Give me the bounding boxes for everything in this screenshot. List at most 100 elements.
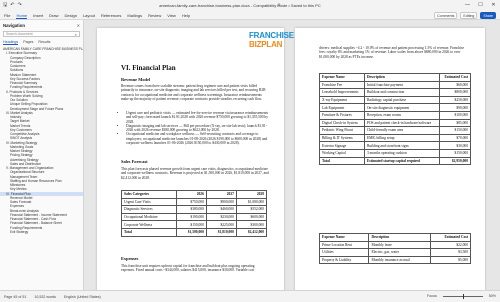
ribbon-tab-draw[interactable]: Draw	[49, 13, 58, 19]
table-total-row: Total $1,500,000 $1,810,000 $2,412,000	[121, 227, 268, 237]
ribbon-tab-help[interactable]: Help	[182, 13, 190, 19]
table-cell: Digital Check-in System	[319, 118, 365, 128]
save-icon[interactable]: 🖫	[3, 2, 7, 9]
share-button[interactable]: Share	[480, 12, 496, 19]
bullet-item: Urgent care and pediatric visits — estim…	[126, 111, 269, 124]
close-icon[interactable]: ✕	[77, 23, 80, 28]
editing-button[interactable]: Editing	[460, 12, 478, 19]
word-count[interactable]: 10,532 words	[34, 295, 56, 299]
search-input[interactable]: Search document ⌕	[3, 31, 80, 37]
zoom-level[interactable]: 50%	[489, 294, 496, 298]
ribbon-tab-references[interactable]: References	[101, 13, 121, 19]
focus-button[interactable]: Focus	[427, 294, 437, 298]
undo-icon[interactable]: ↶	[10, 2, 14, 9]
table-row: Prime Location Rent Monthly lease $22,000	[318, 240, 472, 250]
table-cell: Working Capital	[319, 148, 365, 158]
brand-logo: FRANCHISE BIZPLAN	[249, 31, 294, 49]
sales-table: Sales Categories 2026 2027 2028 Urgent Care …	[121, 190, 268, 237]
ribbon-tab-home[interactable]: Home	[16, 13, 28, 19]
table-row: X-ray Equipment Radiology capital purchas…	[319, 95, 471, 105]
column-header: Description	[368, 233, 431, 242]
table-row: Exterior Signage Building and storefront …	[319, 141, 471, 150]
ribbon-tab-file[interactable]: File	[4, 13, 10, 19]
table-cell: Electric, gas, water	[368, 248, 431, 257]
table-cell: Pediatric Wing Fitout	[319, 126, 365, 135]
table-row: Franchise Fee Initial franchise payment $6…	[319, 80, 471, 90]
maximize-icon[interactable]: ☐	[474, 0, 487, 11]
table-row: Property & Liability Monthly insurance ac…	[318, 255, 472, 265]
table-cell: Billing & IT Systems	[319, 133, 365, 143]
zoom-slider[interactable]	[442, 293, 483, 299]
table-cell: X-ray Equipment	[319, 95, 365, 105]
table-cell: Total	[319, 156, 365, 166]
redo-icon[interactable]: ↷	[17, 2, 21, 9]
nav-tab-headings[interactable]: Headings	[3, 40, 19, 45]
ribbon-tab-design[interactable]: Design	[64, 13, 76, 19]
nav-tab-results[interactable]: Results	[38, 40, 50, 45]
page-count[interactable]: Page 45 of 51	[4, 295, 26, 299]
table-cell: $900,000	[205, 197, 237, 207]
table-cell: $380,000	[175, 205, 207, 214]
table-row: Leasehold Improvements Buildout and const…	[319, 88, 471, 97]
table-cell: $225,000	[205, 220, 237, 229]
search-icon[interactable]: ⌕	[275, 2, 283, 9]
bullet-item: Occupational medicine and workplace well…	[126, 132, 269, 145]
subheading-sales-forecast: Sales Forecast	[121, 159, 148, 164]
table-cell: Occupational Medicine	[121, 212, 177, 222]
table-cell: On-site diagnostic equipment	[363, 103, 441, 112]
table-cell: $460,000	[205, 205, 237, 214]
ribbon-tab-layout[interactable]: Layout	[83, 13, 95, 19]
title-bar: 🖫 ↶ ↷ american-family-care-franchise-bus…	[0, 0, 500, 11]
table-row: Digital Check-in System POS and patient c…	[319, 118, 471, 128]
table-total-row: Total Estimated startup capital required $…	[319, 156, 471, 166]
table-cell: $70,000	[439, 133, 471, 143]
table-cell: Furniture & Fixtures	[319, 110, 365, 120]
column-header: Description	[363, 73, 441, 82]
heading-item[interactable]: Exit Strategy	[0, 230, 83, 234]
table-cell: Radiology capital purchase	[363, 95, 441, 105]
document-area[interactable]: FRANCHISE BIZPLAN VI. Financial Plan Rev…	[85, 20, 500, 290]
table-cell: $600,000	[235, 212, 268, 222]
table-header-row: Expense Name Description Estimated Cost	[318, 233, 472, 242]
table-cell: EMR, billing setup	[363, 133, 441, 143]
table-cell: $90,000	[439, 103, 471, 112]
column-header: 2027	[205, 190, 237, 199]
language[interactable]: English (United States)	[64, 295, 101, 299]
comments-button[interactable]: Comments	[434, 12, 458, 19]
table-cell: $150,000	[439, 126, 471, 135]
table-header-row: Sales Categories 2026 2027 2028	[121, 190, 268, 199]
expenses-continued-text: drivers: medical supplies ~4.2 - 10.0% o…	[319, 46, 465, 59]
monthly-expenses-table: Expense Name Description Estimated Cost Pri…	[318, 233, 472, 265]
nav-tab-pages[interactable]: Pages	[23, 40, 33, 45]
close-icon[interactable]: ✕	[487, 0, 500, 11]
ribbon-tab-mailings[interactable]: Mailings	[127, 13, 142, 19]
minimize-icon[interactable]: —	[461, 0, 474, 11]
table-header-row: Expense Name Description Estimated Cost	[319, 73, 471, 82]
column-header: Estimated Cost	[439, 73, 471, 82]
table-cell: Property & Liability	[318, 255, 370, 265]
sales-forecast-text: This plan forecasts phased revenue growt…	[121, 167, 269, 180]
table-cell: Initial franchise payment	[363, 80, 441, 90]
table-cell: $100,000	[439, 110, 471, 120]
table-row: Working Capital 3 months operating cushio…	[319, 148, 471, 158]
ribbon-tab-insert[interactable]: Insert	[33, 13, 43, 19]
table-cell: $85,000	[439, 118, 471, 128]
table-cell: $800,000	[439, 88, 471, 97]
status-bar: Page 45 of 51 10,532 words English (Unit…	[0, 290, 500, 302]
navigation-title: Navigation	[3, 23, 25, 28]
table-cell: Corporate Wellness	[121, 220, 177, 229]
table-cell: $3,500	[429, 248, 472, 257]
ribbon-tab-view[interactable]: View	[167, 13, 176, 19]
table-cell: Monthly insurance accrual	[368, 255, 431, 265]
ribbon-tab-review[interactable]: Review	[148, 13, 161, 19]
table-cell: Exterior Signage	[319, 141, 365, 150]
subheading-revenue-model: Revenue Model	[121, 77, 151, 82]
table-cell: $300,000	[235, 220, 268, 229]
search-icon[interactable]: ⌕	[75, 32, 77, 37]
revenue-bullets: Urgent care and pediatric visits — estim…	[121, 111, 269, 145]
table-cell: $2,950,000	[439, 156, 471, 166]
table-cell: $552,000	[235, 205, 268, 214]
table-cell: POS and patient check-in hardware/softwa…	[363, 118, 441, 128]
zoom-thumb[interactable]	[462, 293, 465, 299]
column-header: Expense Name	[319, 73, 365, 82]
